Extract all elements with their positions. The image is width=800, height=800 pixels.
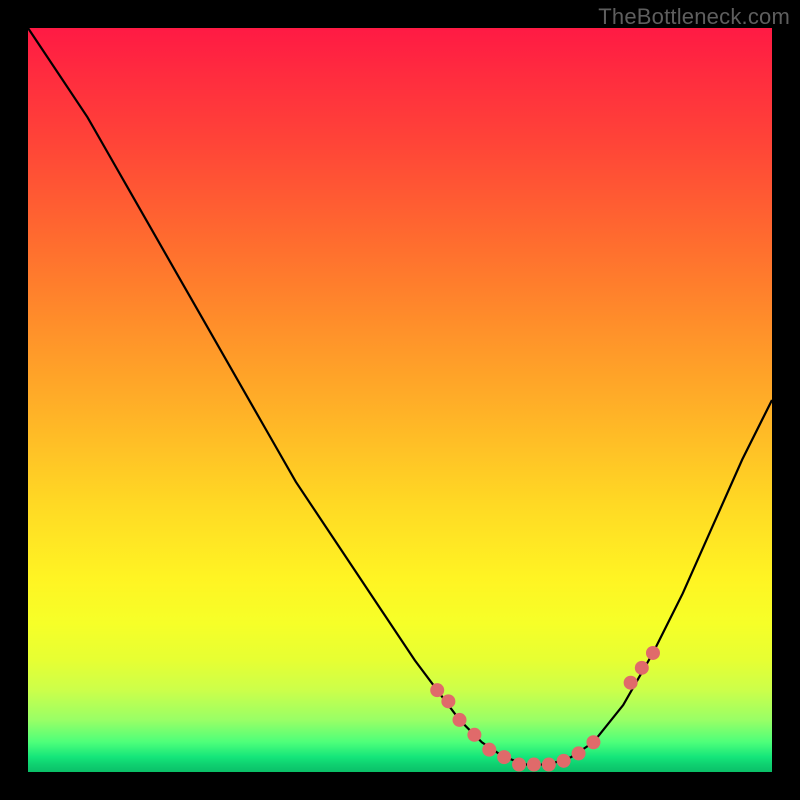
highlight-dot — [482, 743, 496, 757]
highlight-dot — [646, 646, 660, 660]
plot-area — [28, 28, 772, 772]
highlight-dots-group — [430, 646, 660, 772]
highlight-dot — [512, 758, 526, 772]
highlight-dot — [557, 754, 571, 768]
highlight-dot — [635, 661, 649, 675]
chart-svg — [28, 28, 772, 772]
highlight-dot — [430, 683, 444, 697]
chart-container: TheBottleneck.com — [0, 0, 800, 800]
highlight-dot — [467, 728, 481, 742]
watermark-text: TheBottleneck.com — [598, 4, 790, 30]
bottleneck-curve — [28, 28, 772, 765]
highlight-dot — [586, 735, 600, 749]
highlight-dot — [441, 694, 455, 708]
highlight-dot — [453, 713, 467, 727]
highlight-dot — [497, 750, 511, 764]
highlight-dot — [624, 676, 638, 690]
highlight-dot — [542, 758, 556, 772]
highlight-dot — [527, 758, 541, 772]
highlight-dot — [572, 746, 586, 760]
